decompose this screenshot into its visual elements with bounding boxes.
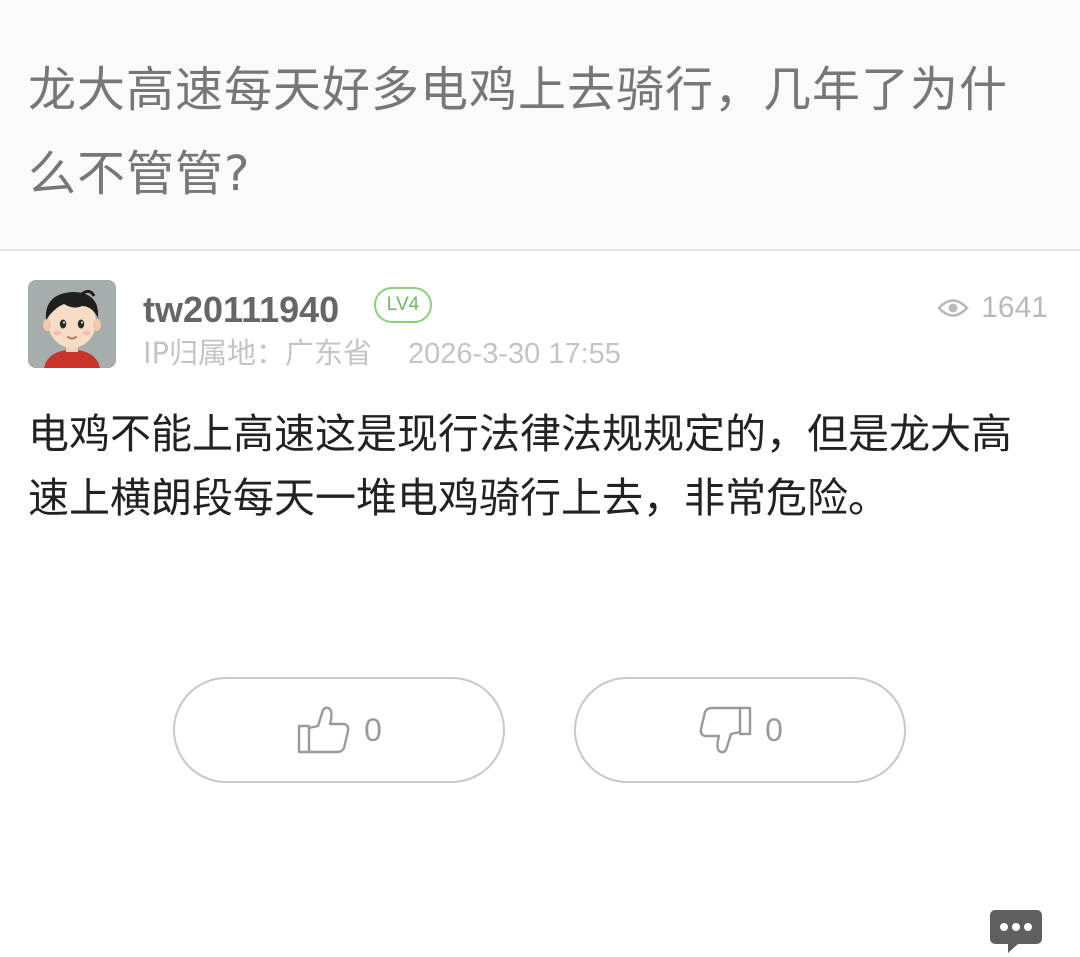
dislike-button[interactable]: 0 — [574, 677, 906, 783]
eye-icon — [937, 297, 969, 319]
comment-bubble-icon — [990, 910, 1042, 953]
comment-content: 电鸡不能上高速这是现行法律法规规定的，但是龙大高速上横朗段每天一堆电鸡骑行上去，… — [28, 410, 1012, 522]
comment-meta: IP归属地：广东省 2026-3-30 17:55 — [143, 333, 621, 374]
timestamp: 2026-3-30 17:55 — [408, 338, 621, 370]
avatar-icon — [28, 280, 116, 368]
divider — [0, 249, 1080, 251]
thumbs-down-icon — [697, 704, 753, 756]
level-badge: LV4 — [374, 287, 432, 323]
ip-location: IP归属地：广东省 — [143, 336, 373, 370]
dislike-count: 0 — [765, 711, 783, 748]
like-count: 0 — [364, 711, 382, 748]
post-title: 龙大高速每天好多电鸡上去骑行，几年了为什么不管管? — [28, 62, 1009, 202]
view-count: 1641 — [937, 288, 1048, 328]
thumbs-up-icon — [296, 704, 352, 756]
post-title-section: 龙大高速每天好多电鸡上去骑行，几年了为什么不管管? — [0, 0, 1080, 250]
avatar[interactable] — [28, 280, 116, 368]
like-button[interactable]: 0 — [173, 677, 505, 783]
username[interactable]: tw20111940 — [143, 288, 339, 332]
view-count-value: 1641 — [981, 291, 1048, 324]
comment-button[interactable] — [988, 908, 1044, 953]
